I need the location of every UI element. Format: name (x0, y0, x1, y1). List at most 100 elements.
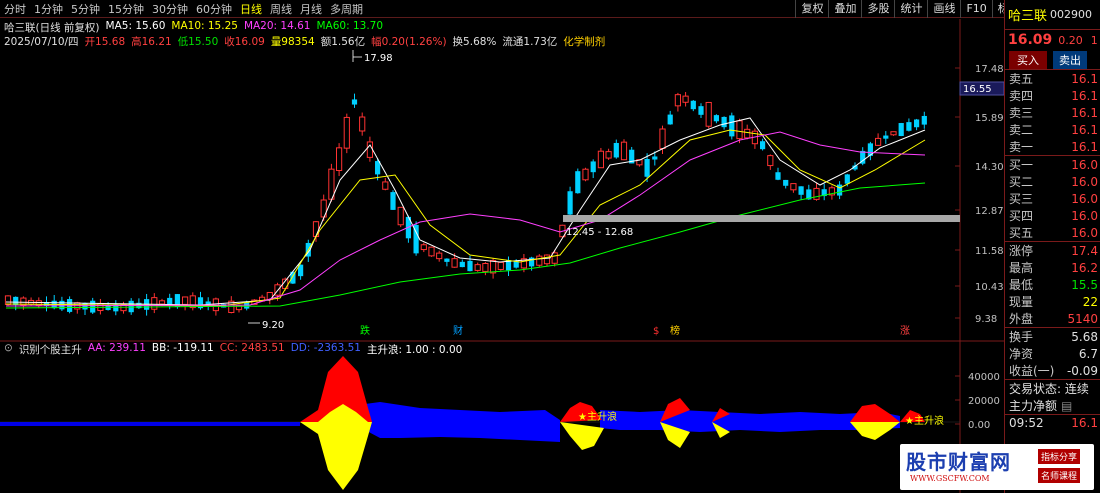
bids-label: 买二 (1009, 175, 1034, 189)
blue-area-left (0, 422, 300, 426)
trade-status: 交易状态: 连续 (1009, 382, 1089, 396)
ind-tick-label: 0.00 (968, 420, 990, 431)
period-tab-0[interactable]: 分时 (0, 1, 30, 17)
period-tab-3[interactable]: 15分钟 (104, 1, 148, 17)
stats-value: 5140 (1067, 311, 1098, 326)
indicator-axis: 40000200000.00-20000 (955, 372, 1003, 455)
yellow-area-2 (560, 422, 604, 450)
stats-label: 最低 (1009, 278, 1034, 292)
price-tick-label: 10.43 (975, 282, 1004, 293)
price-tick-label: 11.58 (975, 246, 1004, 257)
tick-price: 16.1 (1071, 416, 1098, 430)
zone-label: 12.45 - 12.68 (566, 227, 633, 238)
period-tab-8[interactable]: 月线 (296, 1, 326, 17)
period-tab-5[interactable]: 60分钟 (192, 1, 236, 17)
red-area-5 (850, 404, 900, 422)
bid-list: 买一 16.0 买二 16.0 买三 16.0 买四 16.0 买五 16.0 (1005, 156, 1100, 241)
bids-label: 买五 (1009, 226, 1034, 240)
asks-row: 卖四 16.1 (1005, 87, 1100, 104)
candle (729, 112, 735, 140)
low-price-label: 低15.50 (177, 36, 219, 48)
stats-label: 最高 (1009, 261, 1034, 275)
bids-value: 16.0 (1071, 174, 1098, 189)
candle (705, 101, 712, 129)
tool-button-3[interactable]: 统计 (894, 0, 927, 18)
stats2-row: 净资 6.7 (1005, 345, 1100, 362)
indicator-title[interactable]: 识别个股主升 (19, 342, 82, 357)
support-zone-bar (563, 215, 960, 222)
bids-value: 16.0 (1071, 225, 1098, 240)
event-marker-2: $ (653, 326, 659, 337)
netflow-icon[interactable]: ▤ (1057, 399, 1072, 413)
buy-button[interactable]: 买入 (1009, 50, 1047, 69)
blue-area-mid (365, 402, 560, 442)
period-tabs: 分时 1分钟 5分钟 15分钟 30分钟 60分钟 日线 周线 月线 多周期 (0, 0, 367, 18)
tool-button-2[interactable]: 多股 (861, 0, 894, 18)
date-label: 2025/07/10/四 (4, 36, 79, 48)
event-marker-3: 榜 (670, 324, 680, 337)
tool-button-0[interactable]: 复权 (795, 0, 828, 18)
dd-label: DD: -2363.51 (290, 342, 361, 354)
stats2-value: 6.7 (1078, 346, 1098, 361)
open-label: 开15.68 (84, 36, 126, 48)
stats-value: 15.5 (1071, 277, 1098, 292)
asks-label: 卖四 (1009, 89, 1034, 103)
asks-value: 16.1 (1071, 139, 1098, 154)
panel-pct: 1 (1090, 33, 1098, 47)
volume-label: 量98354 (270, 36, 315, 48)
stats-label: 外盘 (1009, 312, 1034, 326)
tool-button-4[interactable]: 画线 (927, 0, 960, 18)
asks-value: 16.1 (1071, 105, 1098, 120)
bids-row: 买三 16.0 (1005, 190, 1100, 207)
indicator-header: ⊙ 识别个股主升 AA: 239.11 BB: -119.11 CC: 2483… (4, 342, 462, 357)
period-tab-6[interactable]: 日线 (236, 1, 266, 17)
indicator-areas: ★主升浪 ★主升浪 (0, 356, 960, 490)
period-tab-1[interactable]: 1分钟 (30, 1, 67, 17)
candle (597, 147, 604, 169)
period-tab-9[interactable]: 多周期 (326, 1, 367, 17)
candle (497, 261, 504, 271)
stats2-value: -0.09 (1066, 363, 1098, 378)
tool-button-5[interactable]: F10 (960, 0, 991, 18)
high-price-label: 高16.21 (131, 36, 172, 48)
period-tab-7[interactable]: 周线 (266, 1, 296, 17)
ma20-label: MA20: 14.61 (243, 20, 311, 32)
stats-row: 现量 22 (1005, 293, 1100, 310)
stock-title: 哈三联(日线 前复权) (4, 22, 100, 34)
change-label: 幅0.20(1.26%) (371, 36, 447, 48)
watermark-tag1: 指标分享 (1038, 449, 1081, 464)
panel-stock-name: 哈三联 (1008, 9, 1048, 24)
period-tab-2[interactable]: 5分钟 (67, 1, 104, 17)
stats2-label: 收益(一) (1009, 364, 1055, 378)
period-tab-4[interactable]: 30分钟 (148, 1, 192, 17)
zs-label: 主升浪: 1.00 : 0.00 (366, 344, 463, 356)
stats-list: 涨停 17.4 最高 16.2 最低 15.5 现量 22 外盘 5140 (1005, 242, 1100, 327)
candle (397, 206, 404, 228)
candle (898, 122, 904, 137)
stats-row: 涨停 17.4 (1005, 242, 1100, 259)
yellow-area-peak (300, 422, 372, 490)
industry-label[interactable]: 化学制剂 (563, 34, 605, 49)
stats-value: 22 (1082, 294, 1098, 309)
candle (413, 221, 419, 256)
close-label: 收16.09 (224, 36, 265, 48)
aa-label: AA: 239.11 (87, 342, 146, 354)
low-label: 9.20 (262, 320, 284, 331)
quote-panel: 哈三联 002900 16.09 0.20 1 买入 卖出 卖五 16.1 卖四 16… (1004, 0, 1100, 493)
bids-row: 买四 16.0 (1005, 207, 1100, 224)
high-label: 17.98 (364, 53, 393, 64)
ask-list: 卖五 16.1 卖四 16.1 卖三 16.1 卖二 16.1 卖一 16.1 (1005, 70, 1100, 155)
settings-icon[interactable]: ⊙ (4, 342, 13, 357)
stats-row: 最低 15.5 (1005, 276, 1100, 293)
panel-stock-code: 002900 (1050, 8, 1093, 21)
tick-time: 09:52 (1009, 416, 1044, 430)
stats-row: 外盘 5140 (1005, 310, 1100, 327)
sell-button[interactable]: 卖出 (1053, 50, 1087, 69)
asks-row: 卖二 16.1 (1005, 121, 1100, 138)
panel-price: 16.09 (1008, 32, 1053, 48)
candle (620, 139, 628, 161)
asks-label: 卖二 (1009, 123, 1034, 137)
tool-button-1[interactable]: 叠加 (828, 0, 861, 18)
kline-chart[interactable]: 17.48 15.89 14.30 12.87 11.58 10.43 9.38 12.45… (0, 0, 1004, 493)
bids-value: 16.0 (1071, 208, 1098, 223)
